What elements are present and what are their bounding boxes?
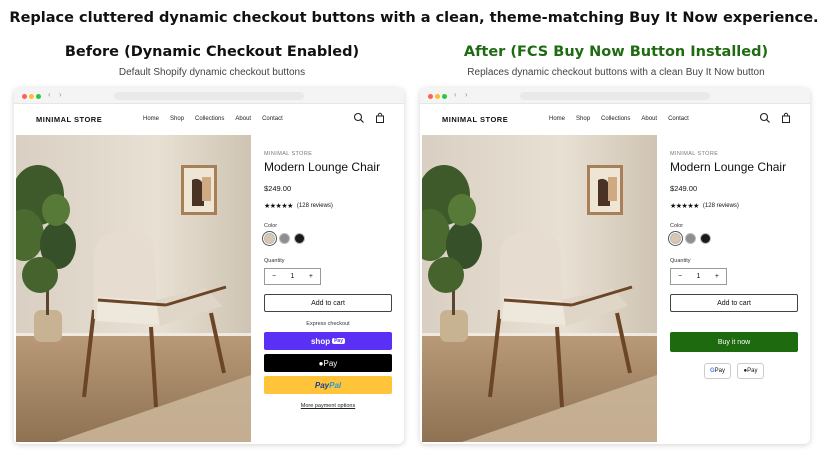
- product-image: [16, 135, 251, 442]
- menu-item-collections[interactable]: Collections: [601, 116, 630, 122]
- product-brand: MINIMAL STORE: [670, 151, 719, 157]
- maximize-window-dot[interactable]: [36, 94, 41, 99]
- review-count: (128 reviews): [296, 203, 333, 209]
- before-browser-window: ‹ › MINIMAL STORE Home Shop Collections …: [14, 88, 404, 444]
- after-subtitle: Replaces dynamic checkout buttons with a…: [467, 67, 765, 78]
- quantity-stepper: − 1 +: [264, 268, 321, 285]
- shop-pay-text: shop: [310, 336, 331, 346]
- quantity-decrease-button[interactable]: −: [678, 273, 682, 280]
- address-bar[interactable]: [520, 92, 710, 100]
- color-label: Color: [264, 223, 278, 229]
- page-headline: Replace cluttered dynamic checkout butto…: [9, 10, 819, 26]
- product-rating[interactable]: ★★★★★ (128 reviews): [670, 202, 739, 210]
- close-window-dot[interactable]: [22, 94, 27, 99]
- product-price: $249.00: [264, 184, 292, 193]
- star-rating-icon: ★★★★★: [670, 203, 699, 210]
- swatch-black[interactable]: [700, 233, 711, 244]
- after-title: After (FCS Buy Now Button Installed): [463, 44, 769, 60]
- swatch-beige[interactable]: [670, 233, 681, 244]
- browser-titlebar: ‹ ›: [420, 88, 810, 104]
- apple-pay-button[interactable]: ● Pay: [264, 354, 392, 372]
- product-info-panel: MINIMAL STORE Modern Lounge Chair $249.0…: [264, 135, 394, 442]
- mini-payment-buttons: G Pay ● Pay: [704, 363, 764, 379]
- menu-item-home[interactable]: Home: [143, 116, 159, 122]
- color-label: Color: [670, 223, 684, 229]
- search-icon[interactable]: [759, 112, 771, 124]
- apple-pay-button[interactable]: ● Pay: [737, 363, 764, 379]
- buy-it-now-button[interactable]: Buy it now: [670, 332, 798, 352]
- menu-item-collections[interactable]: Collections: [195, 116, 224, 122]
- paypal-button[interactable]: Pay Pal: [264, 376, 392, 394]
- quantity-label: Quantity: [670, 258, 691, 264]
- product-title: Modern Lounge Chair: [670, 160, 787, 174]
- swatch-beige[interactable]: [264, 233, 275, 244]
- search-icon[interactable]: [353, 112, 365, 124]
- product-brand: MINIMAL STORE: [264, 151, 313, 157]
- color-swatches: [264, 233, 305, 244]
- menu-item-contact[interactable]: Contact: [262, 116, 283, 122]
- shop-pay-box: Pay: [332, 338, 345, 344]
- cart-icon[interactable]: [780, 112, 792, 124]
- menu-item-contact[interactable]: Contact: [668, 116, 689, 122]
- add-to-cart-button[interactable]: Add to cart: [670, 294, 798, 312]
- store-navbar: MINIMAL STORE Home Shop Collections Abou…: [14, 104, 404, 134]
- color-swatches: [670, 233, 711, 244]
- after-browser-window: ‹ › MINIMAL STORE Home Shop Collections …: [420, 88, 810, 444]
- cart-icon[interactable]: [374, 112, 386, 124]
- store-menu: Home Shop Collections About Contact: [549, 116, 689, 122]
- quantity-value[interactable]: 1: [697, 273, 701, 280]
- star-rating-icon: ★★★★★: [264, 203, 293, 210]
- store-logo[interactable]: MINIMAL STORE: [36, 115, 102, 124]
- swatch-gray[interactable]: [685, 233, 696, 244]
- more-payment-options-link[interactable]: More payment options: [264, 403, 392, 409]
- menu-item-about[interactable]: About: [235, 116, 251, 122]
- menu-item-home[interactable]: Home: [549, 116, 565, 122]
- browser-nav-arrows-icon[interactable]: ‹ ›: [454, 90, 471, 99]
- product-price: $249.00: [670, 184, 698, 193]
- menu-item-shop[interactable]: Shop: [576, 116, 590, 122]
- store-menu: Home Shop Collections About Contact: [143, 116, 283, 122]
- product-image: [422, 135, 657, 442]
- before-title: Before (Dynamic Checkout Enabled): [64, 44, 360, 60]
- quantity-value[interactable]: 1: [291, 273, 295, 280]
- quantity-increase-button[interactable]: +: [309, 273, 313, 280]
- before-subtitle: Default Shopify dynamic checkout buttons: [118, 67, 306, 78]
- paypal-text-b: Pal: [329, 380, 342, 390]
- apple-pay-text: Pay: [323, 358, 338, 368]
- browser-nav-arrows-icon[interactable]: ‹ ›: [48, 90, 65, 99]
- address-bar[interactable]: [114, 92, 304, 100]
- google-pay-button[interactable]: G Pay: [704, 363, 731, 379]
- swatch-gray[interactable]: [279, 233, 290, 244]
- shop-pay-button[interactable]: shop Pay: [264, 332, 392, 350]
- add-to-cart-button[interactable]: Add to cart: [264, 294, 392, 312]
- apple-pay-text: Pay: [747, 368, 758, 374]
- express-checkout-label: Express checkout: [306, 321, 350, 327]
- minimize-window-dot[interactable]: [29, 94, 34, 99]
- store-logo[interactable]: MINIMAL STORE: [442, 115, 508, 124]
- review-count: (128 reviews): [702, 203, 739, 209]
- quantity-label: Quantity: [264, 258, 285, 264]
- product-info-panel: MINIMAL STORE Modern Lounge Chair $249.0…: [670, 135, 800, 442]
- google-pay-text: Pay: [714, 368, 725, 374]
- paypal-text-a: Pay: [314, 380, 330, 390]
- swatch-black[interactable]: [294, 233, 305, 244]
- quantity-stepper: − 1 +: [670, 268, 727, 285]
- quantity-increase-button[interactable]: +: [715, 273, 719, 280]
- browser-titlebar: ‹ ›: [14, 88, 404, 104]
- product-title: Modern Lounge Chair: [264, 160, 381, 174]
- menu-item-about[interactable]: About: [641, 116, 657, 122]
- close-window-dot[interactable]: [428, 94, 433, 99]
- menu-item-shop[interactable]: Shop: [170, 116, 184, 122]
- store-navbar: MINIMAL STORE Home Shop Collections Abou…: [420, 104, 810, 134]
- minimize-window-dot[interactable]: [435, 94, 440, 99]
- quantity-decrease-button[interactable]: −: [272, 273, 276, 280]
- product-rating[interactable]: ★★★★★ (128 reviews): [264, 202, 333, 210]
- maximize-window-dot[interactable]: [442, 94, 447, 99]
